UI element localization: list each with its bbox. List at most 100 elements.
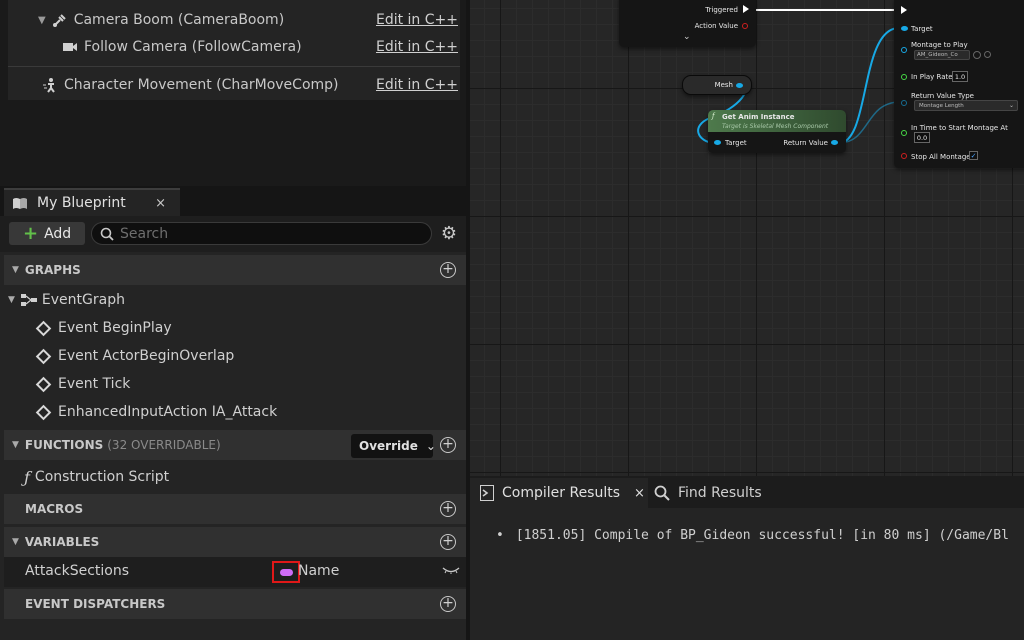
component-label: Follow Camera (FollowCamera) [84, 39, 302, 55]
override-dropdown[interactable]: Override ⌄ [351, 434, 436, 458]
collapse-triangle-icon[interactable]: ▼ [12, 265, 19, 275]
tab-find-results[interactable]: Find Results [654, 478, 762, 508]
result-message[interactable]: • [1851.05] Compile of BP_Gideon successf… [496, 528, 1009, 543]
add-event-dispatcher-icon[interactable]: + [440, 596, 456, 612]
tab-label: My Blueprint [37, 195, 126, 211]
montage-value: AM_Gideon_Co [917, 52, 958, 58]
return-value-label: Return Value [783, 139, 828, 147]
collapse-triangle-icon[interactable]: ▼ [38, 15, 46, 26]
target-pin[interactable] [901, 26, 908, 31]
start-at-input[interactable]: 0.0 [914, 132, 930, 143]
variable-type-pill-highlight[interactable] [272, 561, 300, 583]
action-value-pin[interactable] [742, 23, 748, 29]
section-title: FUNCTIONS [24, 438, 104, 452]
exec-pin-icon[interactable] [743, 5, 749, 13]
event-label: Event BeginPlay [58, 320, 172, 336]
play-rate-label: In Play Rate [911, 73, 953, 81]
target-pin[interactable] [714, 140, 721, 145]
play-rate-pin[interactable] [901, 74, 907, 80]
event-graph-icon [20, 293, 37, 307]
chevron-down-icon: ⌄ [1008, 102, 1014, 109]
section-graphs[interactable]: ▼ GRAPHS + [4, 255, 466, 285]
add-macro-icon[interactable]: + [440, 501, 456, 517]
bullet-icon: • [496, 528, 504, 543]
event-icon [35, 404, 52, 420]
camera-icon [62, 39, 78, 55]
tab-my-blueprint[interactable]: My Blueprint × [4, 188, 180, 216]
edit-in-cpp-link[interactable]: Edit in C++ [376, 77, 458, 93]
return-type-select[interactable]: Montage Length ⌄ [914, 100, 1018, 111]
add-variable-icon[interactable]: + [440, 534, 456, 550]
stop-all-checkbox[interactable]: ✓ [969, 151, 978, 160]
add-function-icon[interactable]: + [440, 437, 456, 453]
section-variables[interactable]: ▼ VARIABLES + [4, 527, 466, 557]
close-icon[interactable]: × [155, 196, 166, 211]
collapse-triangle-icon[interactable]: ▼ [12, 440, 19, 450]
plus-icon: + [23, 223, 39, 244]
play-rate-input[interactable]: 1.0 [952, 71, 968, 82]
tab-compiler-results[interactable]: Compiler Results × [470, 478, 648, 508]
search-icon[interactable] [984, 51, 991, 58]
event-item[interactable]: Event BeginPlay [4, 314, 466, 342]
mesh-label: Mesh [714, 81, 733, 89]
event-graph-canvas[interactable]: Triggered Action Value ⌄ Mesh ƒ Get Anim… [470, 0, 1024, 476]
component-row-camera-boom[interactable]: ▼ Camera Boom (CameraBoom) Edit in C++ [8, 7, 460, 33]
event-item[interactable]: Event Tick [4, 370, 466, 398]
chevron-down-icon[interactable]: ⌄ [683, 32, 691, 42]
stop-all-label: Stop All Montages [911, 153, 975, 161]
mesh-output-pin[interactable] [736, 83, 743, 88]
terminal-icon [480, 485, 494, 501]
node-subtitle: Target is Skeletal Mesh Component [722, 123, 829, 130]
play-montage-node[interactable]: Target Montage to Play AM_Gideon_Co In P… [894, 0, 1024, 168]
add-label: Add [44, 225, 72, 242]
tab-label: Compiler Results [502, 485, 621, 501]
event-item[interactable]: Event ActorBeginOverlap [4, 342, 466, 370]
get-anim-instance-node[interactable]: ƒ Get Anim Instance Target is Skeletal M… [708, 110, 846, 153]
browse-icon[interactable] [973, 51, 981, 59]
mesh-variable-node[interactable]: Mesh [682, 75, 752, 95]
edit-in-cpp-link[interactable]: Edit in C++ [376, 12, 458, 28]
function-item-construction-script[interactable]: ƒ Construction Script [4, 463, 466, 491]
return-type-value: Montage Length [919, 103, 964, 109]
component-label: Character Movement (CharMoveComp) [64, 77, 339, 93]
node-title: Get Anim Instance [722, 113, 795, 121]
add-graph-icon[interactable]: + [440, 262, 456, 278]
edit-in-cpp-link[interactable]: Edit in C++ [376, 39, 458, 55]
component-row-character-movement[interactable]: Character Movement (CharMoveComp) Edit i… [8, 72, 460, 98]
close-icon[interactable]: × [634, 486, 645, 501]
montage-label: Montage to Play [911, 41, 968, 49]
target-label: Target [725, 139, 747, 147]
montage-select[interactable]: AM_Gideon_Co [914, 50, 970, 60]
section-event-dispatchers[interactable]: EVENT DISPATCHERS + [4, 589, 466, 619]
exec-in-pin-icon[interactable] [901, 6, 907, 14]
section-subtitle: (32 OVERRIDABLE) [107, 438, 221, 452]
event-label: Event Tick [58, 376, 131, 392]
add-button[interactable]: + Add [9, 222, 85, 245]
section-macros[interactable]: MACROS + [4, 494, 466, 524]
search-input[interactable] [120, 225, 420, 242]
graph-label: EventGraph [41, 292, 125, 308]
components-panel: ▼ Camera Boom (CameraBoom) Edit in C++ F… [0, 0, 466, 186]
override-label: Override [359, 439, 418, 453]
montage-pin[interactable] [901, 47, 907, 53]
return-value-pin[interactable] [831, 140, 838, 145]
action-value-label: Action Value [694, 22, 738, 30]
search-icon [100, 227, 114, 241]
component-row-follow-camera[interactable]: Follow Camera (FollowCamera) Edit in C++ [8, 34, 460, 60]
visibility-eye-icon[interactable] [442, 563, 460, 578]
gear-icon[interactable]: ⚙ [438, 223, 460, 245]
section-title: GRAPHS [24, 263, 81, 277]
collapse-triangle-icon[interactable]: ▼ [8, 295, 15, 305]
stop-all-pin[interactable] [901, 153, 907, 159]
start-at-pin[interactable] [901, 130, 907, 136]
variable-row[interactable]: AttackSections Name [4, 557, 466, 587]
input-action-node[interactable]: Triggered Action Value ⌄ [619, 0, 756, 47]
return-type-pin[interactable] [901, 100, 907, 106]
search-box[interactable] [91, 222, 432, 245]
result-text: [1851.05] Compile of BP_Gideon successfu… [515, 528, 1009, 543]
event-item[interactable]: EnhancedInputAction IA_Attack [4, 398, 466, 426]
compiler-results-panel: • [1851.05] Compile of BP_Gideon successf… [470, 508, 1024, 640]
name-type-pill-icon[interactable] [280, 569, 293, 576]
graph-item-eventgraph[interactable]: ▼ EventGraph [4, 286, 466, 314]
collapse-triangle-icon[interactable]: ▼ [12, 537, 19, 547]
